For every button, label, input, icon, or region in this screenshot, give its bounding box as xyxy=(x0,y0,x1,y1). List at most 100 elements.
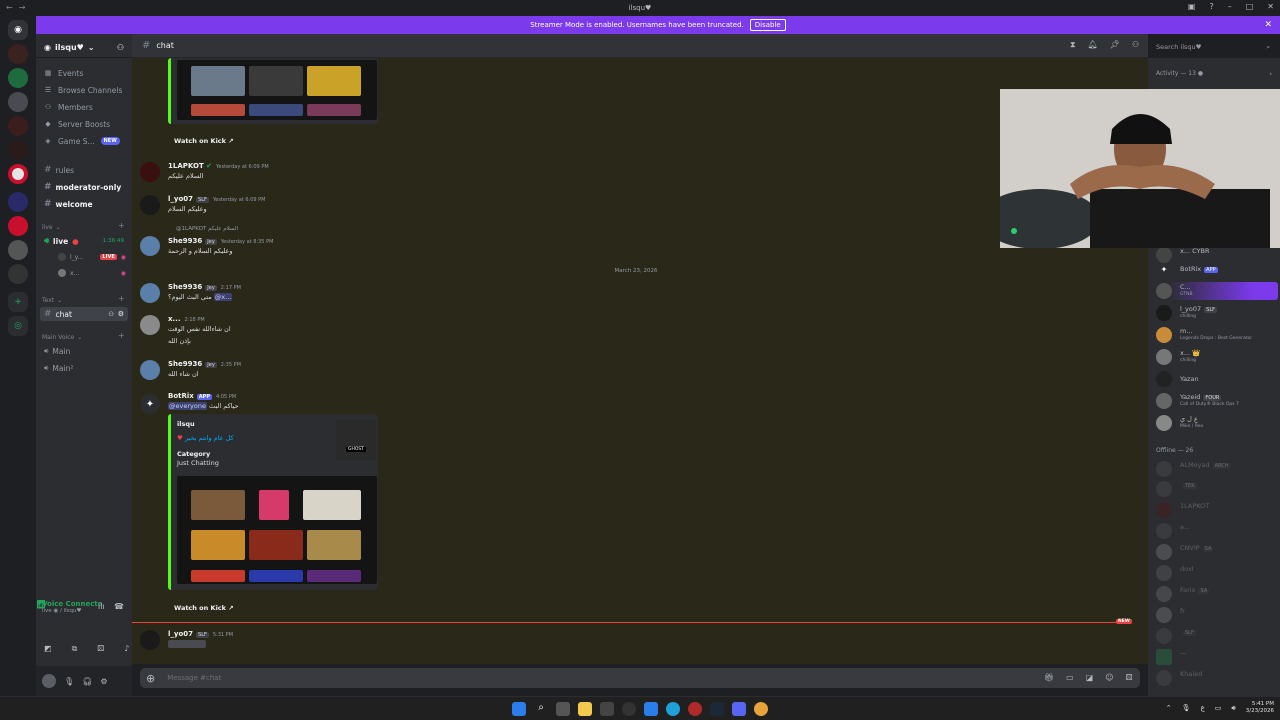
activity-header[interactable]: Activity — 13 ● xyxy=(1156,70,1203,77)
chevron-up-icon[interactable]: ⌃ xyxy=(1166,704,1172,712)
chrome-icon[interactable] xyxy=(754,702,768,716)
embed-image[interactable] xyxy=(177,476,377,584)
voice-user[interactable]: l_y... LIVE ◉ xyxy=(54,250,128,264)
mic-icon[interactable]: 🎙︎ xyxy=(1182,704,1191,712)
invite-icon[interactable]: ⚇ xyxy=(117,43,124,52)
channel-chat[interactable]: # chat ⚇ ⚙ xyxy=(40,307,128,321)
add-server-icon[interactable]: + xyxy=(8,292,28,312)
explore-icon[interactable]: ◎ xyxy=(8,316,28,336)
server-icon[interactable] xyxy=(8,264,28,284)
message-author[interactable]: l_yo07 SLF Yesterday at 6:09 PM xyxy=(168,195,265,203)
member-item[interactable]: C... GTNB xyxy=(1156,282,1278,300)
embed-title[interactable]: ♥ كل عام وانتم بخير xyxy=(177,434,234,442)
server-icon[interactable] xyxy=(8,164,28,184)
spoiler-text[interactable]: QT CHILLE xyxy=(168,640,206,648)
bot-avatar[interactable]: ✦ xyxy=(140,394,160,414)
steam-icon[interactable] xyxy=(710,702,724,716)
volume-icon[interactable]: 🔊︎ xyxy=(1231,704,1235,713)
close-window-icon[interactable]: ✕ xyxy=(1267,2,1274,11)
voice-user[interactable]: x... ◉ xyxy=(54,266,128,280)
chevron-right-icon[interactable]: › xyxy=(1269,70,1272,78)
voice-channel-main2[interactable]: 🔊︎ Main² xyxy=(40,361,128,375)
avatar[interactable] xyxy=(140,283,160,303)
forward-arrow-icon[interactable]: → xyxy=(19,3,26,12)
reply-preview[interactable]: @1LAPKOT السلام عليكم xyxy=(176,226,238,232)
member-list-icon[interactable]: ⚇ xyxy=(1132,40,1139,50)
file-explorer-icon[interactable] xyxy=(578,702,592,716)
activities-icon[interactable]: ⚄ xyxy=(97,644,104,654)
server-icon[interactable] xyxy=(8,68,28,88)
category-live[interactable]: live ⌄ xyxy=(42,222,61,232)
search-icon[interactable]: ⌕ xyxy=(534,702,548,716)
gear-icon[interactable]: ⚙ xyxy=(118,310,124,318)
edge-icon[interactable] xyxy=(666,702,680,716)
embed-image[interactable] xyxy=(177,60,377,120)
task-view-icon[interactable] xyxy=(556,702,570,716)
server-icon[interactable] xyxy=(8,192,28,212)
threads-icon[interactable]: ⧗ xyxy=(1070,40,1076,50)
add-channel-icon[interactable]: + xyxy=(118,294,125,303)
channel-rules[interactable]: # rules xyxy=(40,163,128,177)
message-list[interactable]: Watch on Kick ↗ 1LAPKOT ✔ Yesterday at 6:… xyxy=(132,58,1148,664)
voice-channel-main[interactable]: 🔊︎ Main xyxy=(40,344,128,358)
message-author[interactable]: 1LAPKOT ✔ Yesterday at 6:09 PM xyxy=(168,162,269,170)
avatar[interactable] xyxy=(140,162,160,182)
channel-moderator-only[interactable]: # moderator-only xyxy=(40,180,128,194)
member-item-offline[interactable]: CNVIP SA xyxy=(1156,543,1278,561)
server-icon[interactable] xyxy=(8,240,28,260)
server-header[interactable]: ◉ ilsqu♥ ⌄ ⚇ xyxy=(36,38,132,58)
add-channel-icon[interactable]: + xyxy=(118,331,125,340)
embed-thumbnail[interactable]: GHOST xyxy=(336,420,376,460)
gif-icon[interactable]: ▭ xyxy=(1066,673,1074,682)
user-mention[interactable]: @x... xyxy=(213,293,233,301)
app-icon[interactable] xyxy=(622,702,636,716)
server-icon[interactable] xyxy=(8,44,28,64)
store-icon[interactable] xyxy=(600,702,614,716)
channel-welcome[interactable]: # welcome xyxy=(40,197,128,211)
server-icon[interactable] xyxy=(8,216,28,236)
server-icon[interactable] xyxy=(8,116,28,136)
member-item-offline[interactable]: doxl xyxy=(1156,564,1278,582)
emoji-icon[interactable]: ☺ xyxy=(1105,673,1113,682)
mail-icon[interactable] xyxy=(644,702,658,716)
member-item[interactable]: ﻉ ﻝ ﻱ Mike / Reo xyxy=(1156,414,1278,432)
avatar[interactable] xyxy=(140,315,160,335)
member-item[interactable]: Yazan xyxy=(1156,370,1278,388)
search-input[interactable]: Search ilsqu♥ ⌕ xyxy=(1152,40,1274,54)
member-item[interactable]: l_yo07 SLF chilling xyxy=(1156,304,1278,322)
member-item[interactable]: m... Legends Drops : Best Generator xyxy=(1156,326,1278,344)
message-author[interactable]: BotRix APP 4:05 PM xyxy=(168,392,236,400)
language-icon[interactable]: ع xyxy=(1201,704,1205,712)
everyone-mention[interactable]: @everyone xyxy=(168,402,207,410)
member-item-offline[interactable]: a... xyxy=(1156,522,1278,540)
avatar[interactable] xyxy=(42,674,56,688)
member-item-offline[interactable]: — xyxy=(1156,648,1278,666)
member-item-offline[interactable]: TEK xyxy=(1156,480,1278,498)
member-item-offline[interactable]: ALMoyad ARCH xyxy=(1156,460,1278,478)
obs-icon[interactable] xyxy=(688,702,702,716)
member-item-offline[interactable]: Farix SA xyxy=(1156,585,1278,603)
mute-icon[interactable]: 🎙︎ xyxy=(64,677,74,686)
message-author[interactable]: She9936 Jey Yesterday at 8:35 PM xyxy=(168,237,273,245)
maximize-icon[interactable]: □ xyxy=(1246,2,1254,11)
inbox-icon[interactable]: ▣ xyxy=(1188,2,1196,11)
minimize-icon[interactable]: – xyxy=(1228,2,1232,11)
avatar[interactable] xyxy=(140,630,160,650)
member-item-offline[interactable]: Khaled xyxy=(1156,669,1278,687)
clock[interactable]: 5:41 PM 3/23/2026 xyxy=(1246,701,1274,715)
nav-game[interactable]: ◈ Game S... NEW xyxy=(44,134,120,148)
gift-icon[interactable]: 🎁︎ xyxy=(1044,673,1054,682)
disable-button[interactable]: Disable xyxy=(749,19,786,31)
nav-events[interactable]: ▦ Events xyxy=(44,66,84,80)
start-icon[interactable] xyxy=(512,702,526,716)
gear-icon[interactable]: ⚙ xyxy=(100,677,107,686)
deafen-icon[interactable]: 🎧︎ xyxy=(82,677,92,686)
avatar[interactable] xyxy=(140,236,160,256)
sticker-icon[interactable]: ◪ xyxy=(1086,673,1094,682)
invite-icon[interactable]: ⚇ xyxy=(108,311,113,318)
camera-off-icon[interactable]: ◩ xyxy=(44,644,52,654)
member-item-offline[interactable]: 1LAPKOT xyxy=(1156,501,1278,519)
close-banner-icon[interactable]: ✕ xyxy=(1264,20,1272,30)
nav-server-boosts[interactable]: ◆ Server Boosts xyxy=(44,117,110,131)
member-item[interactable]: ✦ BotRix APP xyxy=(1156,264,1278,282)
